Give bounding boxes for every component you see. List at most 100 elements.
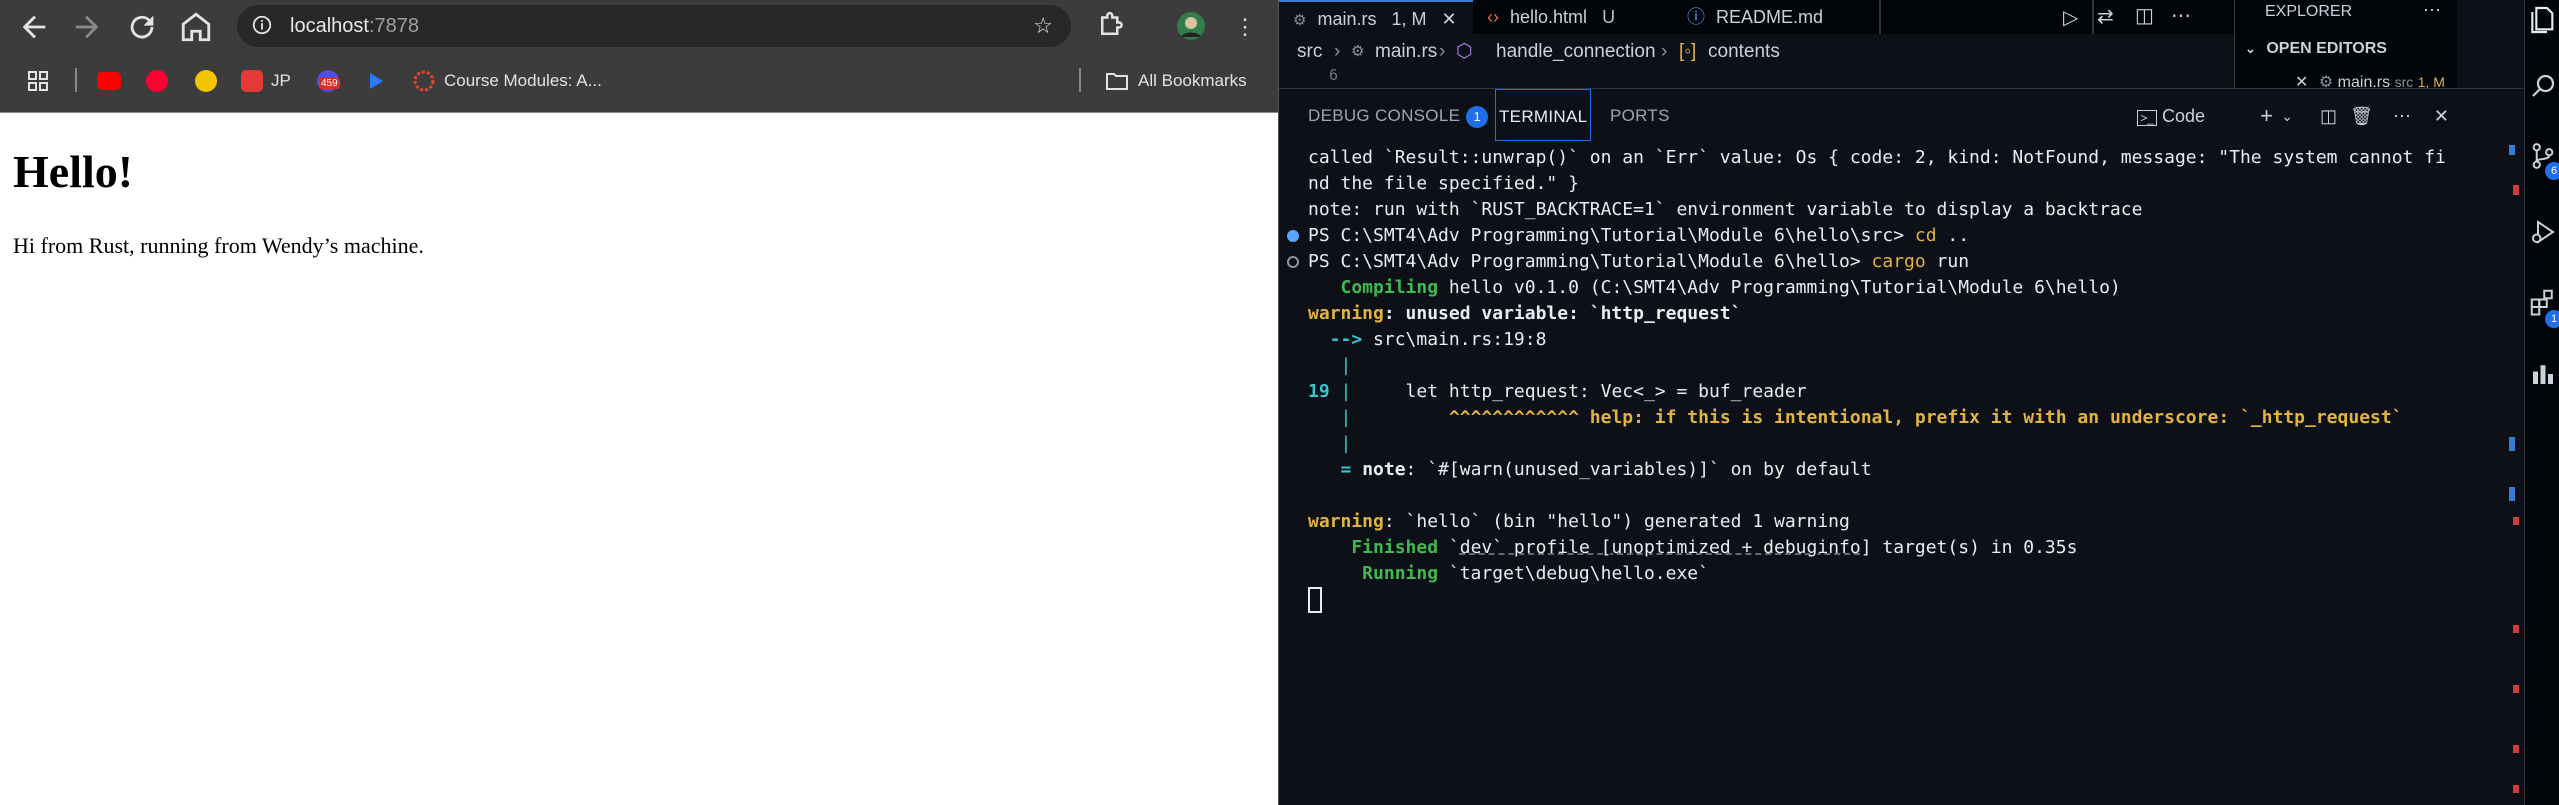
terminal-line: Running `target\debug\hello.exe` [1308,561,1709,587]
error-marker [2513,185,2519,195]
info-file-icon: ⓘ [1687,7,1705,27]
command-running-dot[interactable] [1287,256,1299,268]
split-terminal-icon[interactable]: ◫ [2320,89,2337,143]
breadcrumb: src › ⚙ main.rs › ⬡ handle_connection › … [1279,34,2234,70]
terminal-text: : `#[warn(unused_variables)]` on by defa… [1405,459,1872,480]
apps-grid-icon[interactable] [27,66,49,96]
terminal-text: ` [1438,537,1460,558]
split-editor-icon[interactable]: ◫ [2135,3,2154,28]
tab-label: main.rs [1317,9,1377,29]
help-text: ^^^^^^^^^^^^ help: if this is intentiona… [1351,407,2403,428]
forward-arrow-icon[interactable] [70,10,104,44]
terminal-line: note: run with `RUST_BACKTRACE=1` enviro… [1308,199,2143,220]
editor-actions: ▷ ⇄ ◫ ⋯ [2063,0,2263,34]
tab-separator [1879,0,1881,34]
site-info-icon[interactable] [251,14,273,36]
more-actions-icon[interactable]: ⋯ [2423,0,2441,21]
home-icon[interactable] [179,10,213,44]
extensions-badge: 1 [2545,310,2559,328]
back-arrow-icon[interactable] [17,10,51,44]
command-arg: run [1925,251,1970,272]
browser-menu-icon[interactable]: ⋮ [1228,10,1262,44]
all-bookmarks-label: All Bookmarks [1138,71,1247,90]
terminal-line: PS C:\SMT4\Adv Programming\Tutorial\Modu… [1308,249,1969,275]
warning-keyword: warning [1308,511,1384,532]
extensions-icon[interactable]: 1 [2525,286,2559,328]
terminal-scrollbar[interactable] [2505,145,2519,805]
web-page-content: Hello! Hi from Rust, running from Wendy’… [0,112,1278,805]
prompt-text: PS C:\SMT4\Adv Programming\Tutorial\Modu… [1308,251,1872,272]
warning-keyword: warning [1308,303,1384,324]
terminal-shell-selector[interactable]: >_ Code [2137,89,2205,145]
bookmark-course-modules[interactable]: Course Modules: A... [412,66,602,96]
run-icon[interactable]: ▷ [2063,5,2078,30]
reload-icon[interactable] [125,10,159,44]
jp-bookmark-icon [241,70,263,92]
rust-file-icon: ⚙ [1351,43,1365,60]
open-editors-section[interactable]: ⌄ OPEN EDITORS [2245,40,2387,58]
trash-icon[interactable]: 🗑 [2350,89,2373,143]
source-control-icon[interactable]: 6 [2525,140,2559,180]
tab-ports[interactable]: PORTS [1610,89,1670,143]
chevron-down-icon: ⌄ [2245,41,2256,56]
rust-file-icon: ⚙ [1293,12,1307,29]
tab-readme-md[interactable]: ⓘ README.md [1687,0,1823,34]
note-marker: = [1308,459,1352,480]
chevron-right-icon: › [1661,41,1668,62]
more-actions-icon[interactable]: ⋯ [2393,89,2411,143]
terminal-output[interactable]: called `Result::unwrap()` on an `Err` va… [1279,145,2519,805]
more-actions-icon[interactable]: ⋯ [2171,3,2191,28]
all-bookmarks[interactable]: All Bookmarks [1106,66,1247,96]
search-icon[interactable] [2525,70,2559,110]
breadcrumb-src[interactable]: src [1297,34,1322,70]
youtube-music-bookmark-icon[interactable] [146,66,176,96]
bookmark-separator [1079,68,1081,92]
chevron-right-icon: › [1334,41,1341,62]
blue-arrow-bookmark-icon[interactable] [365,66,387,96]
error-marker [2513,745,2519,753]
bookmark-star-icon[interactable]: ☆ [1033,5,1053,47]
terminal-line: = note: `#[warn(unused_variables)]` on b… [1308,457,1872,483]
tab-main-rs[interactable]: ⚙ main.rs 1, M ✕ [1279,0,1473,34]
tab-debug-console[interactable]: DEBUG CONSOLE 1 [1308,89,1489,143]
breadcrumb-contents[interactable]: contents [1708,34,1780,70]
note-keyword: note [1351,459,1406,480]
terminal-text: `target\debug\hello.exe` [1438,563,1709,584]
close-panel-icon[interactable]: ✕ [2434,89,2449,143]
chevron-down-icon[interactable]: ⌄ [2281,89,2293,143]
terminal-icon: >_ [2137,110,2157,126]
tab-hello-html[interactable]: ‹› hello.html U [1487,0,1615,34]
terminal-text: : `hello` (bin "hello") generated 1 warn… [1383,511,1850,532]
tab-terminal[interactable]: TERMINAL [1495,89,1592,141]
error-marker [2513,517,2519,525]
close-tab-icon[interactable]: ✕ [1442,9,1457,29]
open-editors-label: OPEN EDITORS [2266,40,2387,57]
extensions-puzzle-icon[interactable] [1094,10,1128,44]
run-debug-icon[interactable] [2525,216,2559,256]
bar-chart-icon[interactable] [2525,358,2559,398]
tab-status: U [1602,7,1616,27]
error-marker [2513,785,2519,793]
breadcrumb-main-rs[interactable]: main.rs [1375,34,1437,70]
terminal-line: called `Result::unwrap()` on an `Err` va… [1308,147,2446,168]
breadcrumb-handle-connection[interactable]: handle_connection [1496,34,1656,70]
compare-changes-icon[interactable]: ⇄ [2097,4,2114,29]
tab-status: 1, M [1391,9,1427,29]
command-success-dot[interactable] [1287,230,1299,242]
page-paragraph: Hi from Rust, running from Wendy’s machi… [13,233,424,258]
new-terminal-icon[interactable]: + [2260,89,2273,143]
bookmark-jp[interactable]: JP [241,66,291,96]
yellow-bookmark-icon[interactable] [195,66,225,96]
explorer-files-icon[interactable] [2525,2,2559,42]
editor-line-number: 6 [1329,66,1339,84]
explorer-title: EXPLORER [2265,3,2353,20]
notification-bookmark-icon[interactable]: 459 [317,66,347,96]
terminal-line: Compiling hello v0.1.0 (C:\SMT4\Adv Prog… [1308,275,2121,301]
youtube-bookmark-icon[interactable] [97,66,129,96]
profile-avatar[interactable] [1174,10,1208,44]
url-text[interactable]: localhost:7878 [290,5,419,47]
address-bar[interactable]: localhost:7878 ☆ [237,5,1071,47]
command-text: cargo [1871,251,1926,272]
command-text: cd [1914,225,1937,246]
file-location[interactable]: src\main.rs:19:8 [1362,329,1546,350]
